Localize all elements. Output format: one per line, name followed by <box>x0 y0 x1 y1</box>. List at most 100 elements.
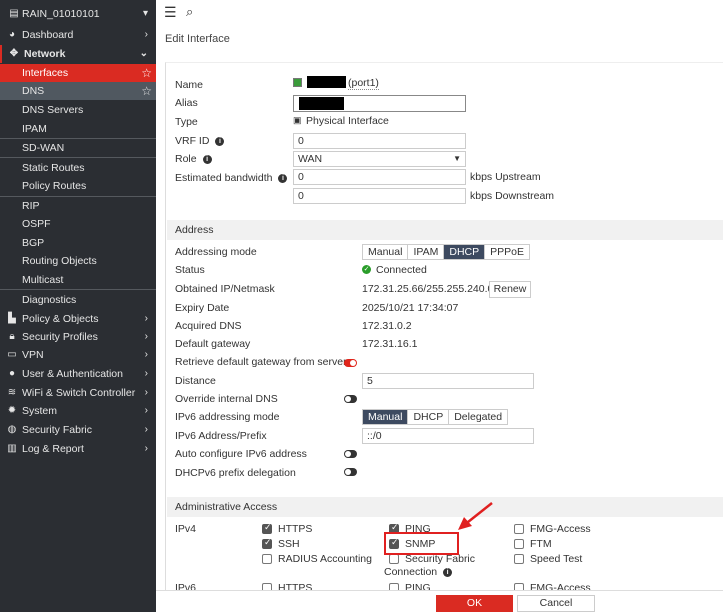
checkbox-radius-accounting[interactable] <box>262 554 272 564</box>
alias-input[interactable] <box>293 95 466 112</box>
ip-label: Obtained IP/Netmask <box>175 283 275 295</box>
sf-connection-text: Connection <box>384 566 438 578</box>
chevron-right-icon: › <box>144 29 148 40</box>
vrf-input[interactable]: 0 <box>293 133 466 149</box>
cancel-button[interactable]: Cancel <box>517 595 595 612</box>
dashboard-icon: ◕ <box>8 29 16 40</box>
status-value: Connected <box>376 264 427 276</box>
role-label: Role i <box>175 153 212 165</box>
sidebar-item-ospf[interactable]: OSPF <box>0 215 156 233</box>
sidebar-item-interfaces[interactable]: Interfaces ☆ <box>0 64 156 82</box>
info-icon[interactable]: i <box>215 137 225 146</box>
chevron-right-icon: › <box>144 313 148 324</box>
checkbox-ssh[interactable] <box>262 537 272 549</box>
user-icon: ● <box>8 368 16 379</box>
ipv6-mode-manual[interactable]: Manual <box>363 410 409 424</box>
mode-manual[interactable]: Manual <box>363 245 409 259</box>
sidebar-item-routing-objects[interactable]: Routing Objects <box>0 252 156 270</box>
sidebar-item-diagnostics[interactable]: Diagnostics <box>0 291 156 309</box>
check-circle-icon: ✓ <box>362 265 371 274</box>
addressing-mode-label: Addressing mode <box>175 246 257 258</box>
mode-pppoe[interactable]: PPPoE <box>485 245 529 259</box>
ip-value: 172.31.25.66/255.255.240.0 <box>362 283 494 295</box>
star-icon[interactable]: ☆ <box>141 64 152 82</box>
expiry-label: Expiry Date <box>175 302 230 314</box>
upstream-unit: kbps Upstream <box>470 171 541 183</box>
search-icon[interactable]: ⌕ <box>186 4 193 20</box>
renew-button[interactable]: Renew <box>489 281 531 298</box>
dhcpv6-toggle[interactable] <box>344 468 357 476</box>
ipv6-prefix-label: IPv6 Address/Prefix <box>175 430 267 442</box>
sidebar-item-bgp[interactable]: BGP <box>0 234 156 252</box>
sidebar-item-dashboard[interactable]: ◕ Dashboard › <box>0 26 156 44</box>
autoconf-ipv6-label: Auto configure IPv6 address <box>175 448 307 460</box>
sidebar-item-multicast[interactable]: Multicast <box>0 271 156 289</box>
caret-down-icon: ▾ <box>142 8 148 19</box>
sidebar-item-static-routes[interactable]: Static Routes <box>0 159 156 177</box>
checkbox-speed-test[interactable] <box>514 554 524 564</box>
sidebar-item-system[interactable]: ✹ System › <box>0 402 156 420</box>
checkbox-fmg-access[interactable] <box>514 524 524 534</box>
downstream-input[interactable]: 0 <box>293 188 466 204</box>
menu-icon[interactable]: ☰ <box>164 4 177 21</box>
checkbox-security-fabric[interactable] <box>389 554 399 564</box>
sidebar-item-policy-objects[interactable]: ▙ Policy & Objects › <box>0 310 156 328</box>
retrieve-gateway-toggle[interactable] <box>344 359 357 367</box>
ipv6-mode-label: IPv6 addressing mode <box>175 411 280 423</box>
autoconf-ipv6-toggle[interactable] <box>344 450 357 458</box>
checkbox-https[interactable] <box>262 522 272 534</box>
sidebar-item-rip[interactable]: RIP <box>0 197 156 215</box>
chart-icon: ▥ <box>7 443 17 454</box>
checkbox-ftm[interactable] <box>514 539 524 549</box>
ipv6-prefix-input[interactable]: ::/0 <box>362 428 534 444</box>
sidebar-item-policy-routes[interactable]: Policy Routes <box>0 177 156 195</box>
vrf-label: VRF ID i <box>175 135 225 147</box>
fabric-icon: ◍ <box>7 424 17 435</box>
distance-input[interactable]: 5 <box>362 373 534 389</box>
top-bar: ☰ ⌕ <box>156 0 723 25</box>
expiry-value: 2025/10/21 17:34:07 <box>362 302 459 314</box>
ipv6-mode-dhcp[interactable]: DHCP <box>408 410 450 424</box>
star-icon[interactable]: ☆ <box>141 82 152 100</box>
sidebar-item-vpn[interactable]: ▭ VPN › <box>0 346 156 364</box>
chevron-right-icon: › <box>144 387 148 398</box>
sidebar-item-wifi-switch[interactable]: ≋ WiFi & Switch Controller › <box>0 384 156 402</box>
sidebar: ▤ RAIN_01010101 ▾ ◕ Dashboard › ✥ Network ⌄ In… <box>0 0 156 612</box>
annotation-arrow <box>458 502 493 530</box>
port-icon <box>293 78 302 87</box>
sidebar-item-user-auth[interactable]: ● User & Authentication › <box>0 365 156 383</box>
info-icon[interactable]: i <box>443 568 453 577</box>
ok-button[interactable]: OK <box>436 595 513 612</box>
status-label: Status <box>175 264 205 276</box>
sidebar-item-security-fabric[interactable]: ◍ Security Fabric › <box>0 421 156 439</box>
type-value: Physical Interface <box>306 115 389 127</box>
sidebar-item-dns-servers[interactable]: DNS Servers <box>0 101 156 119</box>
redacted-name <box>307 76 346 88</box>
info-icon[interactable]: i <box>202 155 212 164</box>
bandwidth-label: Estimated bandwidth i <box>175 172 288 184</box>
sidebar-item-dns[interactable]: DNS ☆ <box>0 82 156 100</box>
downstream-unit: kbps Downstream <box>470 190 555 202</box>
gear-icon: ✹ <box>7 405 17 416</box>
sidebar-item-security-profiles[interactable]: 🔒︎ Security Profiles › <box>0 328 156 346</box>
ipv6-mode-delegated[interactable]: Delegated <box>449 410 508 424</box>
mode-ipam[interactable]: IPAM <box>408 245 445 259</box>
info-icon[interactable]: i <box>278 174 288 183</box>
mode-dhcp[interactable]: DHCP <box>444 245 486 259</box>
sidebar-item-ipam[interactable]: IPAM <box>0 120 156 138</box>
gateway-value: 172.31.16.1 <box>362 338 418 350</box>
chevron-right-icon: › <box>144 424 148 435</box>
upstream-input[interactable]: 0 <box>293 169 466 185</box>
page-title: Edit Interface <box>165 33 230 45</box>
sidebar-item-network[interactable]: ✥ Network ⌄ <box>0 45 156 63</box>
role-select[interactable]: WAN ▼ <box>293 151 466 167</box>
sidebar-item-sd-wan[interactable]: SD-WAN <box>0 139 156 157</box>
role-label-text: Role <box>175 153 197 165</box>
checkbox-label: RADIUS Accounting <box>278 553 372 565</box>
sidebar-item-log-report[interactable]: ▥ Log & Report › <box>0 440 156 458</box>
override-dns-toggle[interactable] <box>344 395 357 403</box>
divider <box>0 157 156 158</box>
device-selector[interactable]: ▤ RAIN_01010101 ▾ <box>0 4 156 24</box>
role-value: WAN <box>298 153 323 165</box>
override-dns-label: Override internal DNS <box>175 393 278 405</box>
